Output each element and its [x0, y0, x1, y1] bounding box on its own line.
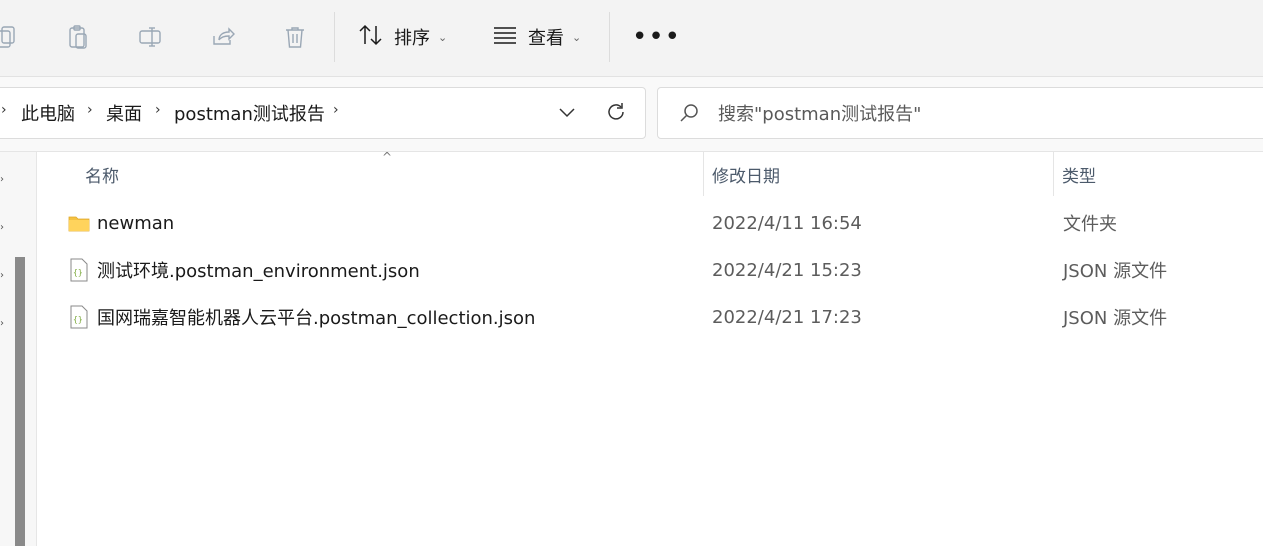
list-item[interactable]: {} 测试环境.postman_environment.json 2022/4/…: [37, 247, 1263, 293]
column-header-name[interactable]: 名称: [85, 152, 119, 196]
refresh-button[interactable]: [602, 98, 630, 126]
list-item[interactable]: {} 国网瑞嘉智能机器人云平台.postman_collection.json …: [37, 294, 1263, 340]
address-row: › 此电脑 › 桌面 › postman测试报告 › 搜索"postman测试报…: [0, 77, 1263, 152]
chevron-down-icon: ⌄: [572, 30, 582, 44]
column-header-type[interactable]: 类型: [1062, 152, 1096, 196]
svg-text:{}: {}: [73, 268, 83, 277]
list-item[interactable]: newman 2022/4/11 16:54 文件夹: [37, 200, 1263, 246]
chevron-right-icon[interactable]: ›: [87, 102, 93, 118]
expand-arrow-icon[interactable]: ›: [0, 222, 6, 233]
file-type: JSON 源文件: [1063, 308, 1168, 329]
rename-icon[interactable]: [136, 22, 166, 52]
expand-arrow-icon[interactable]: ›: [0, 318, 6, 329]
share-icon[interactable]: [208, 22, 238, 52]
view-label: 查看: [528, 28, 564, 49]
view-button[interactable]: 查看 ⌄: [492, 20, 581, 54]
address-bar[interactable]: › 此电脑 › 桌面 › postman测试报告 ›: [0, 87, 646, 139]
json-file-icon: {}: [70, 258, 88, 282]
paste-icon[interactable]: [63, 22, 93, 52]
search-icon: [680, 104, 698, 122]
chevron-right-icon[interactable]: ›: [1, 102, 7, 118]
more-options-button[interactable]: •••: [632, 24, 681, 50]
delete-icon[interactable]: [280, 22, 310, 52]
file-type: JSON 源文件: [1063, 261, 1168, 282]
chevron-down-icon: ⌄: [438, 30, 448, 44]
search-input[interactable]: 搜索"postman测试报告": [657, 87, 1263, 139]
sort-button[interactable]: 排序 ⌄: [358, 20, 447, 54]
breadcrumb-desktop[interactable]: 桌面: [106, 88, 142, 138]
copy-icon[interactable]: [0, 22, 22, 52]
file-name: 测试环境.postman_environment.json: [97, 261, 420, 282]
json-file-icon: {}: [70, 305, 88, 329]
breadcrumb-this-pc[interactable]: 此电脑: [21, 88, 75, 138]
toolbar-divider: [609, 12, 610, 62]
navigation-pane: › › › ›: [0, 152, 37, 546]
column-header-modified[interactable]: 修改日期: [712, 152, 780, 196]
column-divider[interactable]: [703, 152, 704, 196]
command-bar: 排序 ⌄ 查看 ⌄ •••: [0, 0, 1263, 77]
refresh-icon: [608, 103, 624, 120]
chevron-down-icon: [559, 108, 575, 118]
view-list-icon: [492, 25, 518, 50]
column-divider[interactable]: [1053, 152, 1054, 196]
sort-icon: [358, 23, 384, 52]
chevron-right-icon[interactable]: ›: [333, 102, 339, 118]
file-list: ^ 名称 修改日期 类型 newman 2022/4/11 16:54 文件夹 …: [37, 150, 1263, 546]
sort-ascending-icon: ^: [382, 150, 393, 164]
file-modified: 2022/4/21 17:23: [712, 306, 862, 328]
file-name: 国网瑞嘉智能机器人云平台.postman_collection.json: [97, 308, 536, 329]
chevron-right-icon[interactable]: ›: [155, 102, 161, 118]
file-modified: 2022/4/21 15:23: [712, 259, 862, 281]
folder-icon: [68, 216, 90, 232]
expand-arrow-icon[interactable]: ›: [0, 270, 6, 281]
sort-label: 排序: [394, 28, 430, 49]
toolbar-divider: [334, 12, 335, 62]
file-modified: 2022/4/11 16:54: [712, 212, 862, 234]
address-history-dropdown[interactable]: [555, 98, 579, 126]
nav-scrollbar[interactable]: [15, 257, 25, 546]
expand-arrow-icon[interactable]: ›: [0, 174, 6, 185]
file-name: newman: [97, 212, 175, 234]
breadcrumb-current-folder[interactable]: postman测试报告: [174, 88, 325, 138]
search-placeholder: 搜索"postman测试报告": [718, 104, 922, 125]
svg-text:{}: {}: [73, 315, 83, 324]
file-type: 文件夹: [1063, 214, 1117, 235]
